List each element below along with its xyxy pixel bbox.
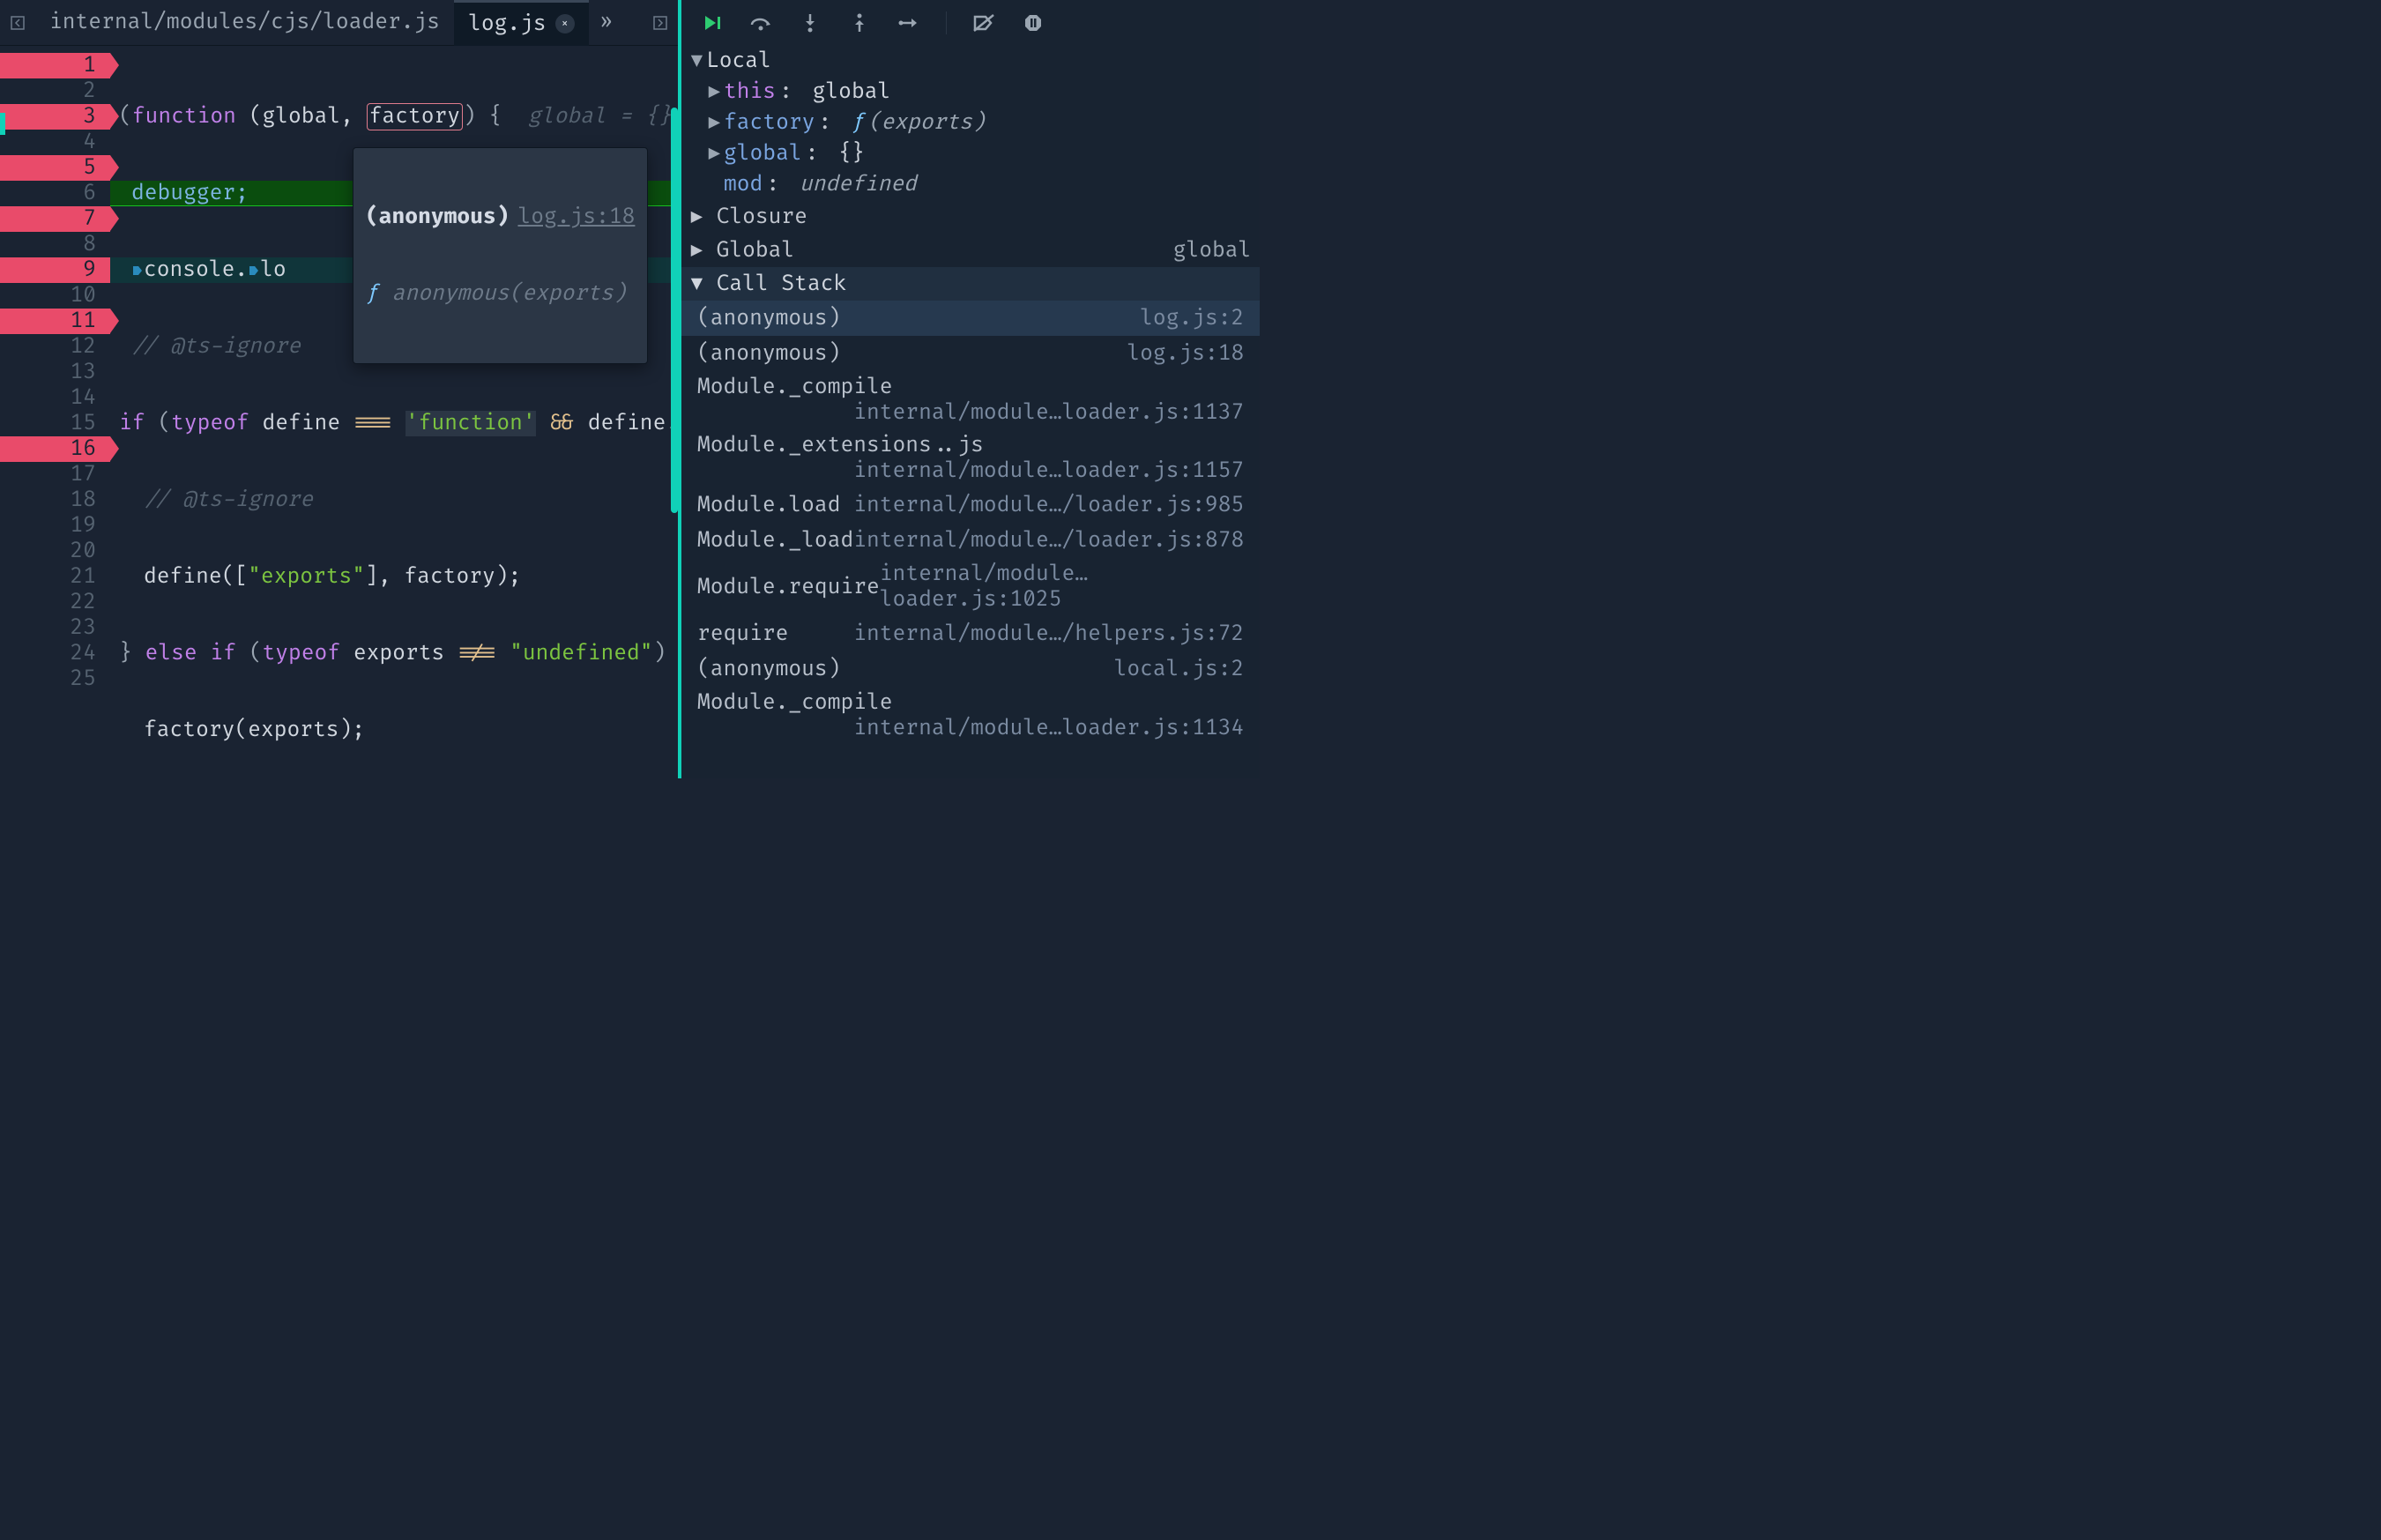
stack-fn: Module.load — [697, 493, 840, 518]
tab-prev-icon[interactable] — [0, 5, 35, 41]
gutter-line[interactable]: 15 — [0, 411, 110, 436]
line-gutter: 1 2 3 4 5 6 7 8 9 10 11 12 13 14 15 16 1… — [0, 46, 110, 778]
stack-location: local.js:2 — [1114, 657, 1245, 682]
stack-location: internal/module…/helpers.js:72 — [853, 621, 1244, 647]
call-stack-frame[interactable]: (anonymous) log.js:2 — [681, 301, 1260, 336]
stack-fn: Module._compile — [697, 375, 1244, 400]
scope-panel: ▼Local ▶this: global ▶factory: ƒ (export… — [681, 46, 1260, 267]
scope-local-header[interactable]: ▼Local — [681, 46, 1260, 77]
tab-loader[interactable]: internal/modules/cjs/loader.js — [35, 0, 454, 46]
chevron-down-icon: ▼ — [690, 48, 703, 74]
exec-arrow-icon — [248, 264, 260, 277]
gutter-line[interactable]: 1 — [0, 53, 110, 78]
step-into-icon[interactable] — [798, 11, 822, 35]
stack-fn: Module._compile — [697, 690, 1244, 716]
scope-item[interactable]: ▶this: global — [708, 77, 1260, 108]
stack-fn: Module._load — [697, 528, 853, 554]
stack-location: internal/module…loader.js:1025 — [880, 562, 1245, 613]
deactivate-breakpoints-icon[interactable] — [971, 11, 996, 35]
chevron-right-icon: ▶ — [690, 205, 703, 230]
stack-location: log.js:18 — [1127, 341, 1244, 367]
gutter-line[interactable]: 13 — [0, 360, 110, 385]
step-icon[interactable] — [897, 11, 921, 35]
stack-location: internal/module…/loader.js:878 — [853, 528, 1244, 554]
gutter-line[interactable]: 6 — [0, 181, 110, 206]
gutter-line[interactable]: 17 — [0, 462, 110, 487]
call-stack-frame[interactable]: (anonymous) local.js:2 — [681, 651, 1260, 687]
stack-fn: Module._extensions..js — [697, 433, 1244, 458]
stack-location: log.js:2 — [1140, 306, 1244, 331]
hover-tooltip: (anonymous)log.js:18 ƒ anonymous(exports… — [353, 147, 648, 364]
gutter-line[interactable]: 10 — [0, 283, 110, 309]
scope-closure-header[interactable]: ▶ Closure — [681, 200, 1260, 234]
chevron-down-icon: ▼ — [690, 272, 703, 297]
gutter-line[interactable]: 5 — [0, 155, 110, 181]
chevron-right-icon: ▶ — [708, 110, 720, 136]
gutter-line[interactable]: 16 — [0, 436, 110, 462]
resume-icon[interactable] — [699, 11, 724, 35]
gutter-line[interactable]: 8 — [0, 232, 110, 257]
gutter-line[interactable]: 7 — [0, 206, 110, 232]
stack-location: internal/module…loader.js:1134 — [853, 716, 1244, 741]
stack-location: internal/module…/loader.js:985 — [853, 493, 1244, 518]
gutter-line[interactable]: 19 — [0, 513, 110, 539]
tab-overflow-icon[interactable]: » — [589, 10, 624, 35]
scope-item[interactable]: ▶global: {} — [708, 138, 1260, 169]
scope-global-header[interactable]: ▶ Globalglobal — [681, 234, 1260, 267]
stack-fn: (anonymous) — [697, 306, 840, 331]
tooltip-location-link[interactable]: log.js:18 — [517, 205, 635, 230]
gutter-line[interactable]: 3 — [0, 104, 110, 130]
close-icon[interactable]: × — [555, 14, 575, 33]
call-stack-header[interactable]: ▼ Call Stack — [681, 267, 1260, 301]
gutter-line[interactable]: 2 — [0, 78, 110, 104]
call-stack-frame[interactable]: Module.load internal/module…/loader.js:98… — [681, 487, 1260, 523]
stack-fn: (anonymous) — [697, 341, 840, 367]
stack-fn: Module.require — [697, 575, 880, 600]
scope-item[interactable]: mod: undefined — [708, 169, 1260, 200]
tab-label: log.js — [468, 11, 547, 37]
tab-label: internal/modules/cjs/loader.js — [49, 10, 440, 35]
gutter-line[interactable]: 23 — [0, 615, 110, 641]
scope-item[interactable]: ▶factory: ƒ (exports) — [708, 108, 1260, 138]
chevron-right-icon: ▶ — [708, 79, 720, 105]
tab-log[interactable]: log.js × — [454, 0, 589, 46]
call-stack-frame[interactable]: require internal/module…/helpers.js:72 — [681, 616, 1260, 651]
inline-value: global = {}, factory = ƒ (exports) — [528, 104, 678, 130]
debug-toolbar — [681, 0, 1260, 46]
tab-next-icon[interactable] — [643, 5, 678, 41]
gutter-line[interactable]: 12 — [0, 334, 110, 360]
code-body[interactable]: (function (global, factory) { global = {… — [110, 46, 678, 778]
step-out-icon[interactable] — [847, 11, 872, 35]
gutter-line[interactable]: 24 — [0, 641, 110, 666]
step-over-icon[interactable] — [748, 11, 773, 35]
gutter-line[interactable]: 14 — [0, 385, 110, 411]
call-stack-frame[interactable]: Module._compileinternal/module…loader.js… — [681, 687, 1260, 745]
gutter-line[interactable]: 22 — [0, 590, 110, 615]
code-editor[interactable]: 1 2 3 4 5 6 7 8 9 10 11 12 13 14 15 16 1… — [0, 46, 678, 778]
gutter-line[interactable]: 9 — [0, 257, 110, 283]
chevron-right-icon: ▶ — [690, 238, 703, 264]
editor-scrollbar[interactable] — [671, 108, 678, 513]
call-stack-frame[interactable]: Module.requireinternal/module…loader.js:… — [681, 558, 1260, 616]
stack-fn: require — [697, 621, 788, 647]
call-stack-frame[interactable]: Module._loadinternal/module…/loader.js:8… — [681, 523, 1260, 558]
gutter-line[interactable]: 25 — [0, 666, 110, 692]
call-stack-frame[interactable]: (anonymous) log.js:18 — [681, 336, 1260, 371]
stack-fn: (anonymous) — [697, 657, 840, 682]
gutter-line[interactable]: 4 — [0, 130, 110, 155]
call-stack-frame[interactable]: Module._compileinternal/module…loader.js… — [681, 371, 1260, 429]
stack-location: internal/module…loader.js:1137 — [853, 400, 1244, 426]
gutter-line[interactable]: 18 — [0, 487, 110, 513]
gutter-line[interactable]: 20 — [0, 539, 110, 564]
exec-arrow-icon — [131, 264, 144, 277]
chevron-right-icon: ▶ — [708, 141, 720, 167]
editor-tabs: internal/modules/cjs/loader.js log.js × … — [0, 0, 678, 46]
stack-location: internal/module…loader.js:1157 — [853, 458, 1244, 484]
pause-exceptions-icon[interactable] — [1021, 11, 1045, 35]
call-stack-frame[interactable]: Module._extensions..jsinternal/module…lo… — [681, 429, 1260, 487]
gutter-line[interactable]: 11 — [0, 309, 110, 334]
call-stack-panel: ▼ Call Stack (anonymous)log.js:2(anonymo… — [681, 267, 1260, 745]
gutter-line[interactable]: 21 — [0, 564, 110, 590]
